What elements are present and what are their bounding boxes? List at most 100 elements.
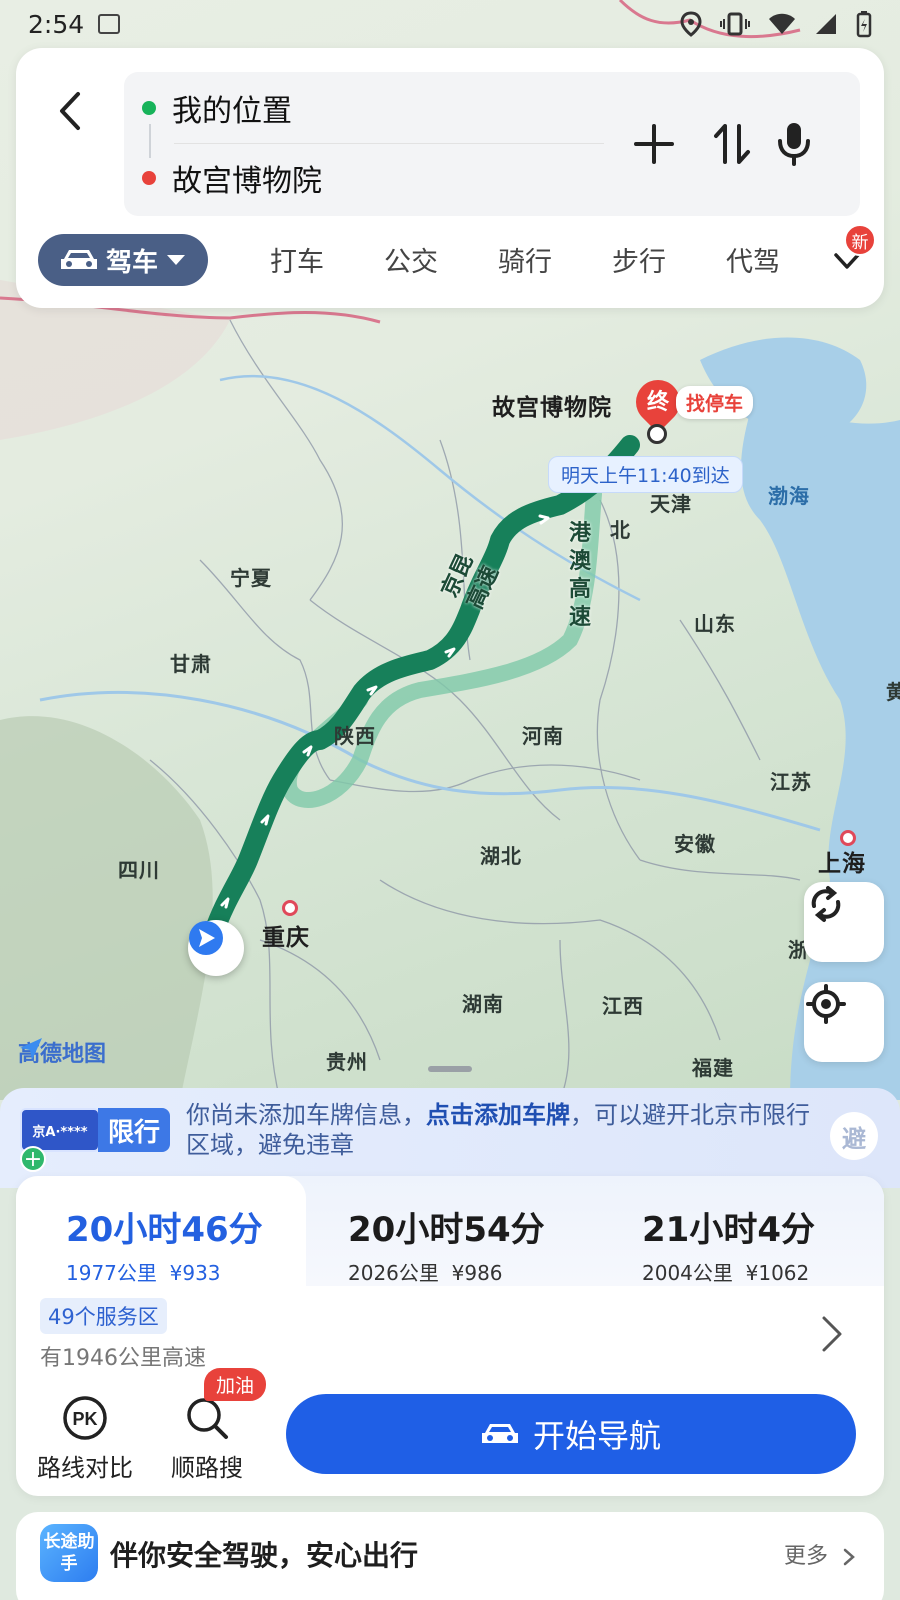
assistant-more-link[interactable]: 更多 — [784, 1538, 857, 1570]
route-details-button[interactable] — [816, 1314, 846, 1354]
route-2-meta: 2026公里 ¥986 — [348, 1257, 608, 1286]
route-compare-button[interactable]: PK 路线对比 — [30, 1394, 140, 1483]
label-gansu: 甘肃 — [170, 652, 212, 676]
route-1-cost: ¥933 — [169, 1261, 221, 1285]
navigation-arrow-icon — [189, 921, 223, 955]
tab-drive[interactable]: 驾车 — [38, 234, 208, 286]
tab-walk[interactable]: 步行 — [612, 240, 666, 279]
long-trip-assistant-card[interactable]: 长途助手 伴你安全驾驶，安心出行 更多 — [16, 1512, 884, 1600]
sheet-drag-handle[interactable] — [428, 1066, 472, 1072]
restriction-message: 你尚未添加车牌信息，点击添加车牌，可以避开北京市限行区域，避免违章 — [186, 1100, 816, 1160]
label-chongqing: 重庆 — [262, 925, 310, 951]
vibrate-icon — [720, 12, 750, 36]
tab-drive-label: 驾车 — [105, 247, 158, 278]
label-ningxia: 宁夏 — [230, 566, 272, 590]
label-huang: 黄 — [886, 680, 900, 704]
chevron-right-small-icon — [843, 1548, 855, 1566]
route-option-3[interactable]: 21小时4分 2004公里 ¥1062 — [642, 1176, 882, 1286]
status-bar: 2:54 — [0, 0, 900, 48]
start-navigation-button[interactable]: 开始导航 — [286, 1394, 856, 1474]
route-2-distance: 2026公里 — [348, 1261, 439, 1285]
fuel-badge: 加油 — [204, 1368, 267, 1401]
status-time: 2:54 — [28, 9, 85, 39]
chongqing-marker[interactable] — [282, 900, 298, 916]
avoid-restriction-button[interactable]: 避 — [830, 1112, 878, 1160]
route-3-duration: 21小时4分 — [642, 1210, 815, 1250]
origin-dot — [142, 101, 156, 115]
route-option-2[interactable]: 20小时54分 2026公里 ¥986 — [348, 1176, 608, 1286]
label-anhui: 安徽 — [674, 832, 716, 856]
label-hunan: 湖南 — [462, 992, 504, 1016]
image-notification-icon — [98, 14, 121, 34]
current-location-marker[interactable] — [188, 920, 244, 976]
amap-logo: 高德地图 — [18, 1036, 106, 1068]
travel-mode-tabs: 驾车 打车 公交 骑行 步行 代驾 新 — [38, 224, 878, 288]
route-1-distance: 1977公里 — [66, 1261, 157, 1285]
tab-taxi[interactable]: 打车 — [270, 240, 324, 279]
route-2-duration: 20小时54分 — [348, 1210, 545, 1250]
locate-me-button[interactable] — [804, 982, 884, 1062]
locate-icon — [806, 984, 846, 1024]
destination-dot — [142, 171, 156, 185]
label-hubei: 湖北 — [480, 844, 522, 868]
route-3-meta: 2004公里 ¥1062 — [642, 1257, 882, 1286]
tab-designated-driver[interactable]: 代驾 — [726, 240, 780, 279]
plate-badge[interactable]: 京A·**** 限行 — [20, 1108, 170, 1156]
label-henan: 河南 — [522, 724, 564, 748]
tab-bus[interactable]: 公交 — [384, 240, 438, 279]
dropdown-icon — [167, 255, 185, 265]
label-jiangxi: 江西 — [602, 994, 644, 1018]
add-plate-plus-icon[interactable]: + — [20, 1146, 46, 1172]
refresh-route-button[interactable] — [804, 882, 884, 962]
back-arrow-icon — [60, 92, 80, 130]
amap-logo-icon — [20, 1038, 42, 1060]
label-hebei: 北 — [610, 518, 631, 542]
voice-input-button[interactable] — [766, 116, 822, 172]
label-shanghai: 上海 — [818, 851, 866, 877]
eta-bubble: 明天上午11:40到达 — [548, 456, 743, 493]
swap-icon — [714, 124, 750, 164]
route-options-card: 20小时46分 1977公里 ¥933 20小时54分 2026公里 ¥986 … — [16, 1176, 884, 1496]
microphone-icon — [778, 123, 810, 166]
route-options-header: 20小时46分 1977公里 ¥933 20小时54分 2026公里 ¥986 … — [16, 1176, 884, 1286]
destination-row[interactable]: 故宫博物院 — [142, 150, 322, 206]
car-nav-icon — [481, 1424, 518, 1443]
search-icon — [152, 1394, 262, 1442]
add-plate-link[interactable]: 点击添加车牌 — [426, 1101, 570, 1129]
route-1-meta: 1977公里 ¥933 — [66, 1257, 306, 1286]
location-status-icon — [680, 11, 702, 37]
route-3-distance: 2004公里 — [642, 1261, 733, 1285]
car-icon — [60, 250, 97, 269]
destination-field[interactable]: 故宫博物院 — [172, 156, 322, 200]
add-waypoint-button[interactable] — [626, 116, 682, 172]
new-badge: 新 — [844, 224, 876, 256]
search-along-route-button[interactable]: 顺路搜 — [152, 1394, 262, 1483]
route-1-duration: 20小时46分 — [66, 1210, 263, 1250]
origin-row[interactable]: 我的位置 — [142, 80, 292, 136]
end-pin-label: 终 — [646, 390, 669, 415]
find-parking-button[interactable]: 找停车 — [676, 386, 754, 419]
label-shaanxi: 陕西 — [334, 724, 376, 748]
battery-icon — [856, 11, 872, 38]
signal-icon — [816, 14, 836, 34]
label-guizhou: 贵州 — [326, 1050, 368, 1074]
origin-field[interactable]: 我的位置 — [172, 86, 292, 130]
label-bohai: 渤海 — [768, 484, 810, 508]
route-option-1[interactable]: 20小时46分 1977公里 ¥933 — [16, 1176, 306, 1286]
assistant-more-label: 更多 — [784, 1544, 829, 1569]
plate-restriction-banner[interactable]: 京A·**** 限行 + 你尚未添加车牌信息，点击添加车牌，可以避开北京市限行区… — [0, 1088, 900, 1188]
route-divider — [174, 143, 604, 144]
destination-point — [647, 424, 667, 444]
route-3-cost: ¥1062 — [745, 1261, 810, 1285]
label-shandong: 山东 — [694, 612, 736, 636]
back-button[interactable] — [52, 86, 92, 136]
swap-route-button[interactable] — [704, 116, 760, 172]
search-along-route-label: 顺路搜 — [171, 1454, 243, 1482]
tab-cycling[interactable]: 骑行 — [498, 240, 552, 279]
chevron-right-icon — [822, 1316, 842, 1352]
label-fujian: 福建 — [692, 1056, 734, 1080]
route-compare-label: 路线对比 — [37, 1454, 133, 1482]
shanghai-marker[interactable] — [840, 830, 856, 846]
pk-icon-text: PK — [72, 1409, 97, 1429]
route-2-cost: ¥986 — [451, 1261, 503, 1285]
